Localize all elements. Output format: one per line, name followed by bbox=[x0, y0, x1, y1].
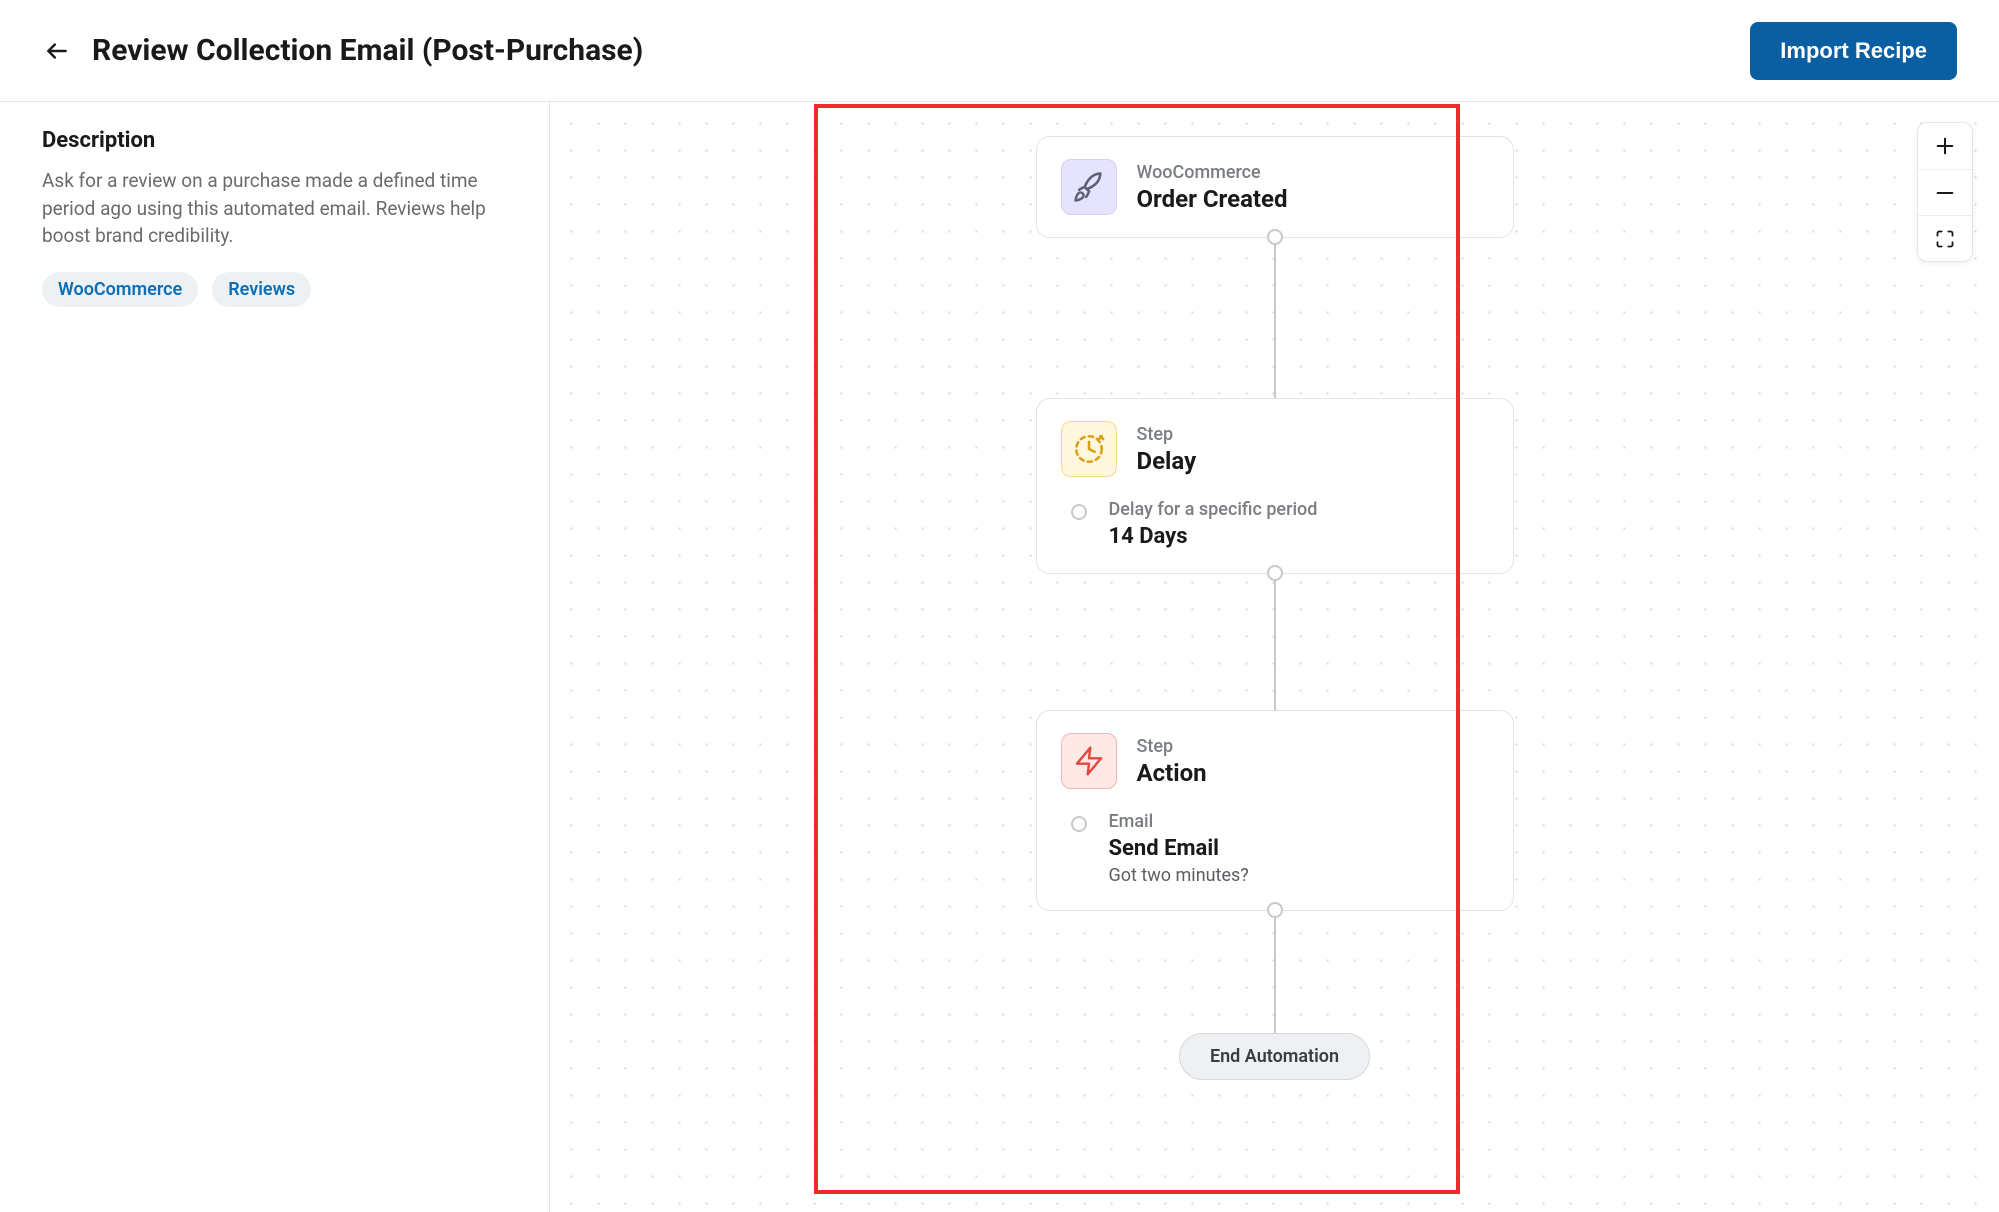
detail-text: Delay for a specific period 14 Days bbox=[1109, 499, 1318, 549]
sidebar: Description Ask for a review on a purcha… bbox=[0, 102, 550, 1212]
delay-detail: Delay for a specific period 14 Days bbox=[1037, 499, 1513, 573]
tag-list: WooCommerce Reviews bbox=[42, 272, 507, 307]
description-heading: Description bbox=[42, 128, 507, 153]
delay-eyebrow: Step bbox=[1137, 424, 1197, 445]
tag-reviews[interactable]: Reviews bbox=[212, 272, 311, 307]
bolt-icon bbox=[1061, 733, 1117, 789]
rocket-icon bbox=[1061, 159, 1117, 215]
clock-icon bbox=[1061, 421, 1117, 477]
tag-woocommerce[interactable]: WooCommerce bbox=[42, 272, 198, 307]
end-automation-pill[interactable]: End Automation bbox=[1179, 1033, 1370, 1080]
delay-title: Delay bbox=[1137, 447, 1197, 475]
zoom-controls bbox=[1917, 122, 1973, 262]
action-detail: Email Send Email Got two minutes? bbox=[1037, 811, 1513, 910]
connector-port bbox=[1267, 902, 1283, 918]
back-button[interactable] bbox=[42, 36, 72, 66]
arrow-left-icon bbox=[44, 38, 70, 64]
node-labels: Step Delay bbox=[1137, 424, 1197, 475]
action-sub-label: Email bbox=[1109, 811, 1249, 832]
description-text: Ask for a review on a purchase made a de… bbox=[42, 167, 507, 250]
canvas-wrap: WooCommerce Order Created Step bbox=[550, 102, 1999, 1212]
import-recipe-button[interactable]: Import Recipe bbox=[1750, 22, 1957, 80]
zoom-out-button[interactable] bbox=[1918, 169, 1972, 215]
header-left: Review Collection Email (Post-Purchase) bbox=[42, 33, 643, 68]
action-node[interactable]: Step Action Email Send Email Got two min… bbox=[1036, 710, 1514, 911]
trigger-title: Order Created bbox=[1137, 185, 1288, 213]
fit-view-button[interactable] bbox=[1918, 215, 1972, 261]
detail-bullet bbox=[1071, 816, 1087, 832]
connector-line bbox=[1274, 238, 1276, 398]
flow-canvas[interactable]: WooCommerce Order Created Step bbox=[550, 102, 1999, 1212]
trigger-eyebrow: WooCommerce bbox=[1137, 162, 1288, 183]
connector-port bbox=[1267, 229, 1283, 245]
connector-line bbox=[1274, 911, 1276, 1033]
node-header: Step Delay bbox=[1037, 399, 1513, 499]
maximize-icon bbox=[1935, 229, 1955, 249]
connector-line bbox=[1274, 574, 1276, 710]
flow-column: WooCommerce Order Created Step bbox=[550, 102, 1999, 1080]
action-sub-extra: Got two minutes? bbox=[1109, 865, 1249, 886]
plus-icon bbox=[1934, 135, 1956, 157]
trigger-node[interactable]: WooCommerce Order Created bbox=[1036, 136, 1514, 238]
header-bar: Review Collection Email (Post-Purchase) … bbox=[0, 0, 1999, 102]
minus-icon bbox=[1934, 182, 1956, 204]
body: Description Ask for a review on a purcha… bbox=[0, 102, 1999, 1212]
action-sub-value: Send Email bbox=[1109, 836, 1249, 861]
node-labels: WooCommerce Order Created bbox=[1137, 162, 1288, 213]
connector-port bbox=[1267, 565, 1283, 581]
delay-sub-value: 14 Days bbox=[1109, 524, 1318, 549]
detail-text: Email Send Email Got two minutes? bbox=[1109, 811, 1249, 886]
delay-node[interactable]: Step Delay Delay for a specific period 1… bbox=[1036, 398, 1514, 574]
node-header: Step Action bbox=[1037, 711, 1513, 811]
action-eyebrow: Step bbox=[1137, 736, 1207, 757]
action-title: Action bbox=[1137, 759, 1207, 787]
node-header: WooCommerce Order Created bbox=[1037, 137, 1513, 237]
delay-sub-label: Delay for a specific period bbox=[1109, 499, 1318, 520]
page-title: Review Collection Email (Post-Purchase) bbox=[92, 33, 643, 68]
node-labels: Step Action bbox=[1137, 736, 1207, 787]
detail-bullet bbox=[1071, 504, 1087, 520]
zoom-in-button[interactable] bbox=[1918, 123, 1972, 169]
